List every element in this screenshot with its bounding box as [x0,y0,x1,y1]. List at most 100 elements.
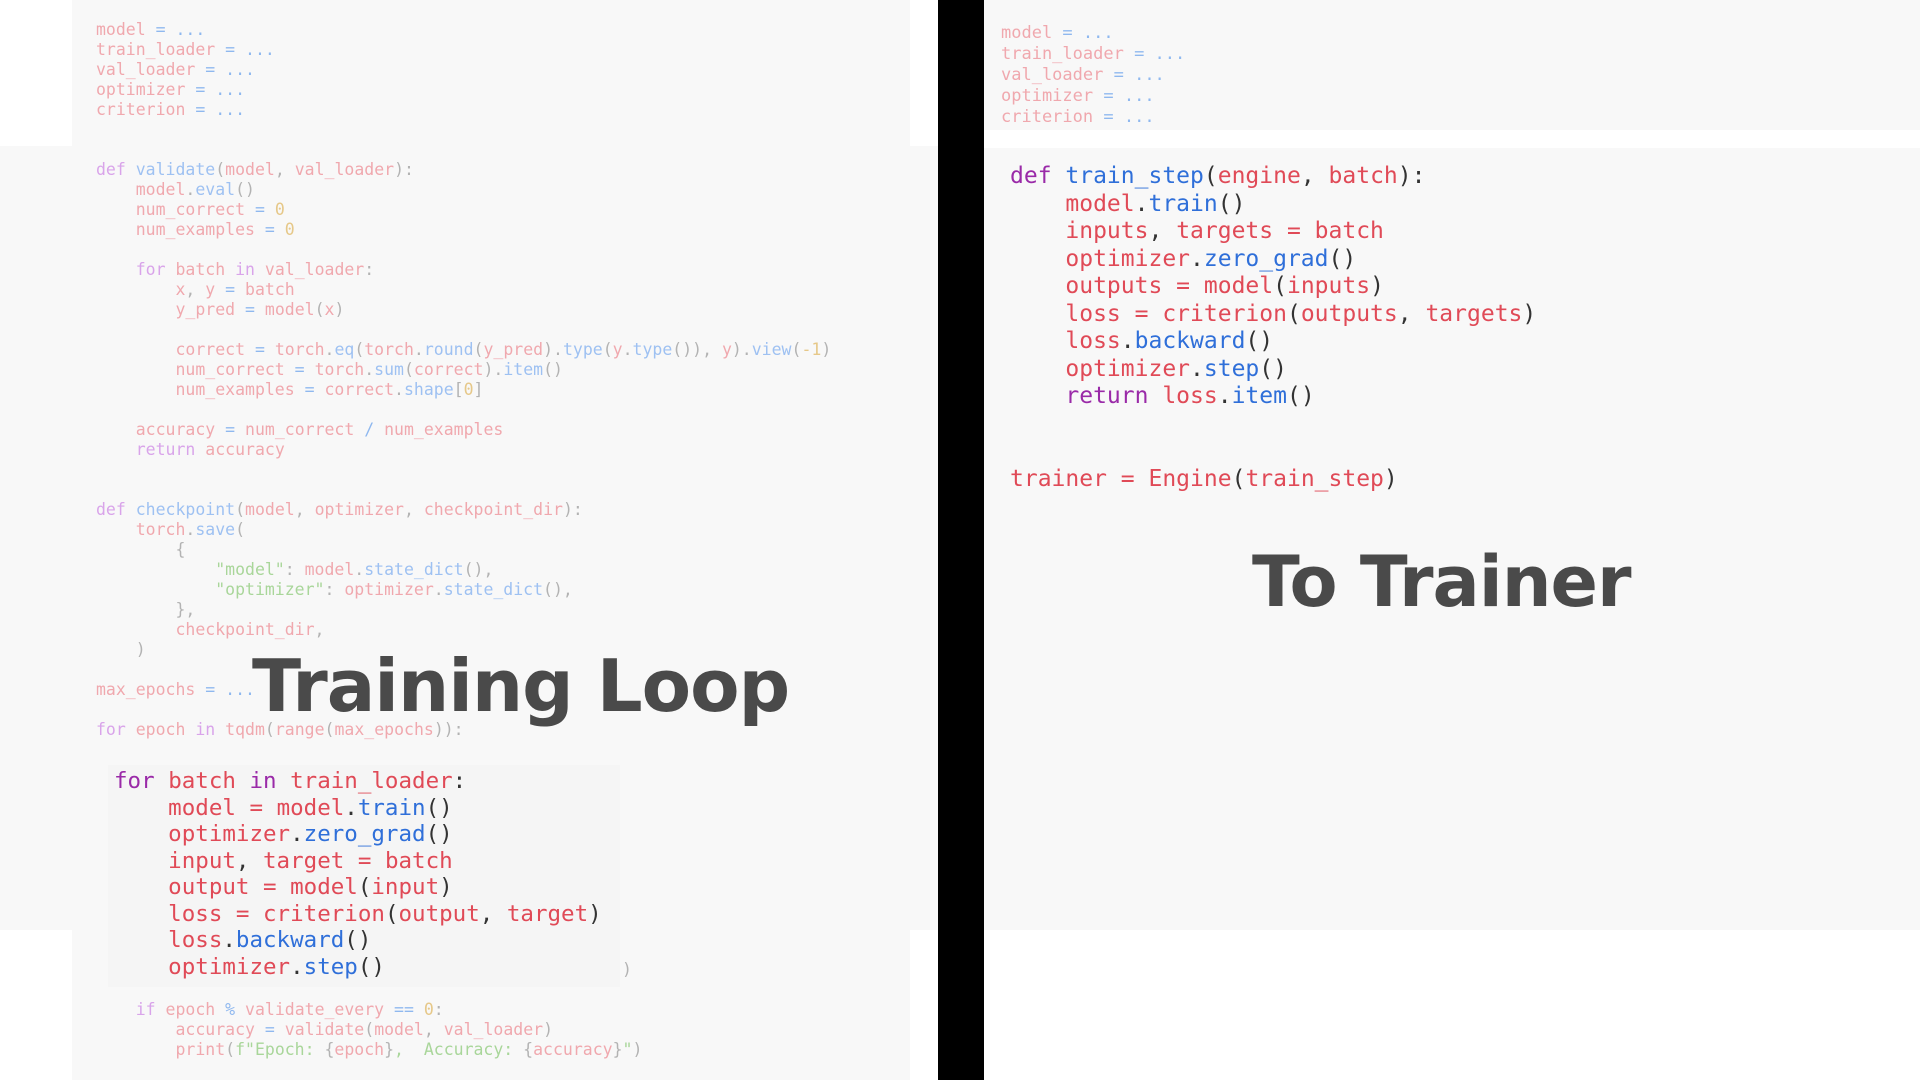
code-token: () [425,821,453,847]
code-token: , Accuracy: [394,1040,524,1059]
code-token: input [114,847,236,874]
code-token: (), [463,560,494,579]
code-token: () [543,360,563,379]
code-token: () [357,953,385,980]
code-token: ( [1286,300,1301,327]
code-token: trainer [1010,465,1107,492]
code-token: ( [1203,163,1218,189]
code-token: () [1259,355,1287,382]
code-token: = [1093,86,1124,106]
code-token: model [114,794,236,821]
code-token: eval [195,180,236,199]
code-token: model [225,160,275,179]
code-line: num_correct = torch.sum(correct).item() [96,360,831,380]
code-token: } [612,1040,623,1059]
code-token: batch [1314,218,1384,244]
code-line: for batch in train_loader: [114,768,602,795]
code-token: optimizer [1010,245,1191,272]
code-token: = [1120,300,1163,327]
code-token: , [314,620,325,639]
code-token: loss [1162,383,1218,409]
code-token: ( [602,340,613,359]
code-token: val_loader [96,60,196,79]
code-token: type [562,340,603,359]
code-token: criterion [1162,300,1287,327]
code-token: ( [473,340,484,359]
code-token: { [324,1040,335,1059]
code-line: trainer = Engine(train_step) [1010,466,1536,494]
code-token: , [1397,300,1426,327]
code-token: torch [96,520,186,539]
code-token: optimizer [96,80,186,99]
code-token: num_correct [96,200,246,219]
code-token: if [96,1000,166,1019]
code-line: num_examples = 0 [96,220,831,240]
code-token: in [185,720,226,739]
code-token: , [235,847,264,874]
code-token: , [403,500,424,519]
code-token: epoch [135,720,186,739]
code-token: ( [791,340,802,359]
code-token: train_step [1245,465,1384,492]
code-token: val_loader [294,160,395,179]
code-token: ( [1273,273,1287,299]
code-token: eq [334,340,355,359]
code-token: . [622,340,633,359]
code-token: model [374,1020,424,1039]
code-token: () [1286,383,1315,409]
code-token: in [225,260,265,279]
code-token: () [425,794,453,821]
code-token: criterion [96,100,186,119]
code-token: . [290,953,304,980]
code-token: model [276,794,345,821]
code-token: batch [1328,163,1398,189]
code-token: = [245,200,275,219]
code-token: . [185,520,196,539]
code-token: . [1217,383,1232,409]
code-token: ... [1123,107,1155,127]
code-token: "optimizer" [96,580,325,599]
code-token: num_examples [96,380,295,399]
code-line: optimizer.zero_grad() [1010,246,1536,274]
code-token: zero_grad [303,821,426,847]
code-token: = [254,1020,285,1039]
code-token: () [1217,190,1246,217]
code-token: , [1148,218,1177,244]
code-line: accuracy = validate(model, val_loader) [96,1020,642,1040]
code-token: = [195,60,226,79]
code-token: checkpoint [135,500,236,519]
code-token: -1 [801,340,822,359]
left-footer-code: if epoch % validate_every == 0: accuracy… [96,1000,643,1060]
code-token: ). [731,340,752,359]
code-token: step [1203,355,1260,382]
code-line: loss.backward() [1010,328,1536,356]
code-token: = [344,847,385,874]
code-line: model.eval() [96,180,831,200]
code-token: ( [225,1040,236,1059]
code-token: y [721,340,732,359]
code-line: model = ... [1001,23,1185,44]
code-token: : [284,560,305,579]
code-token: ... [215,100,246,119]
code-token: correct [96,340,246,359]
right-panel-title: To Trainer [1252,541,1632,623]
code-line: "optimizer": optimizer.state_dict(), [96,580,831,600]
code-line: criterion = ... [96,100,275,120]
code-token: optimizer [1001,86,1094,106]
code-token: . [394,380,404,399]
code-line: }, [96,600,831,620]
code-token: outputs [1300,300,1398,327]
code-token: , [479,900,507,927]
code-token: num_correct [245,420,355,439]
code-token: torch [364,340,414,359]
code-line: optimizer.step() [1010,356,1536,384]
code-token: model [264,300,315,319]
code-line: val_loader = ... [1001,65,1185,86]
code-line: y_pred = model(x) [96,300,831,320]
code-token: = [215,40,246,59]
code-token: . [222,927,236,953]
code-token: loss [114,927,223,953]
code-token: x [324,300,335,319]
